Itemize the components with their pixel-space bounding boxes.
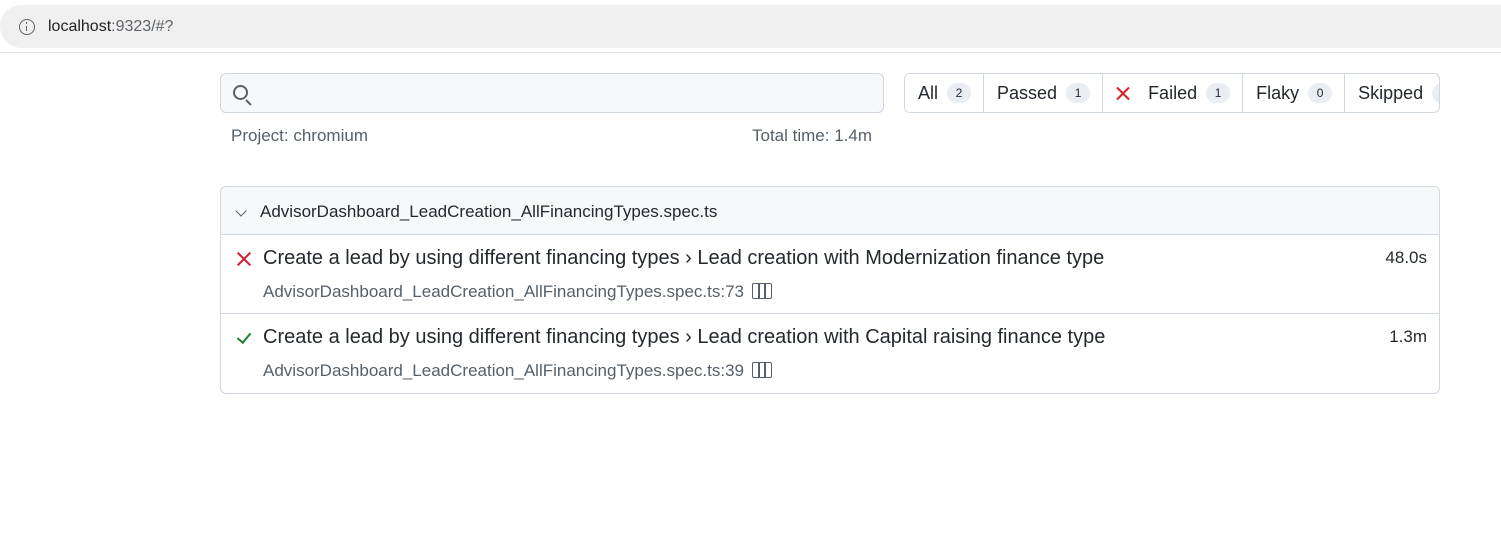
filter-skipped[interactable]: Skipped 0 [1345, 74, 1439, 112]
passed-check-icon [236, 330, 252, 346]
project-label: Project: chromium [231, 126, 368, 145]
test-file-name: AdvisorDashboard_LeadCreation_AllFinanci… [260, 202, 718, 221]
test-location: AdvisorDashboard_LeadCreation_AllFinanci… [263, 361, 745, 380]
filter-passed-count: 1 [1066, 83, 1091, 103]
test-row[interactable]: Create a lead by using different financi… [221, 235, 1439, 314]
test-title[interactable]: Create a lead by using different financi… [263, 326, 1105, 349]
filter-flaky[interactable]: Flaky 0 [1243, 74, 1346, 112]
filter-all-count: 2 [947, 83, 972, 103]
filter-flaky-label: Flaky [1256, 82, 1300, 103]
test-row[interactable]: Create a lead by using different financi… [221, 314, 1439, 393]
url-path: :9323/#? [111, 18, 174, 35]
trace-columns-icon[interactable] [752, 283, 772, 299]
filter-failed-count: 1 [1206, 83, 1231, 103]
search-input[interactable] [261, 78, 871, 108]
filter-failed-label: Failed [1148, 82, 1198, 103]
filter-passed-label: Passed [997, 82, 1058, 103]
url-text[interactable]: localhost:9323/#? [48, 18, 173, 36]
failed-x-icon [1116, 86, 1130, 100]
filter-flaky-count: 0 [1308, 83, 1333, 103]
test-duration: 1.3m [1389, 327, 1427, 346]
site-info-icon[interactable] [19, 19, 35, 35]
test-location: AdvisorDashboard_LeadCreation_AllFinanci… [263, 282, 745, 301]
status-filter-bar: All 2 Passed 1 Failed 1 Flaky 0 Skipped … [904, 73, 1440, 113]
filter-skipped-count: 0 [1432, 83, 1439, 103]
filter-passed[interactable]: Passed 1 [984, 74, 1104, 112]
test-duration: 48.0s [1385, 248, 1427, 267]
total-time-label: Total time: 1.4m [752, 126, 872, 145]
header-divider [0, 52, 1501, 53]
search-box[interactable] [220, 73, 884, 113]
test-file-card: AdvisorDashboard_LeadCreation_AllFinanci… [220, 186, 1440, 394]
chevron-down-icon[interactable] [235, 205, 247, 217]
filter-all[interactable]: All 2 [905, 74, 985, 112]
address-bar[interactable]: localhost:9323/#? [0, 5, 1501, 48]
filter-failed[interactable]: Failed 1 [1103, 74, 1244, 112]
search-icon [233, 85, 248, 100]
failed-x-icon [236, 251, 252, 267]
filter-all-label: All [918, 82, 939, 103]
test-file-header[interactable]: AdvisorDashboard_LeadCreation_AllFinanci… [221, 187, 1439, 235]
url-host: localhost [48, 18, 112, 35]
filter-skipped-label: Skipped [1358, 82, 1424, 103]
test-title[interactable]: Create a lead by using different financi… [263, 247, 1104, 270]
trace-columns-icon[interactable] [752, 362, 772, 378]
